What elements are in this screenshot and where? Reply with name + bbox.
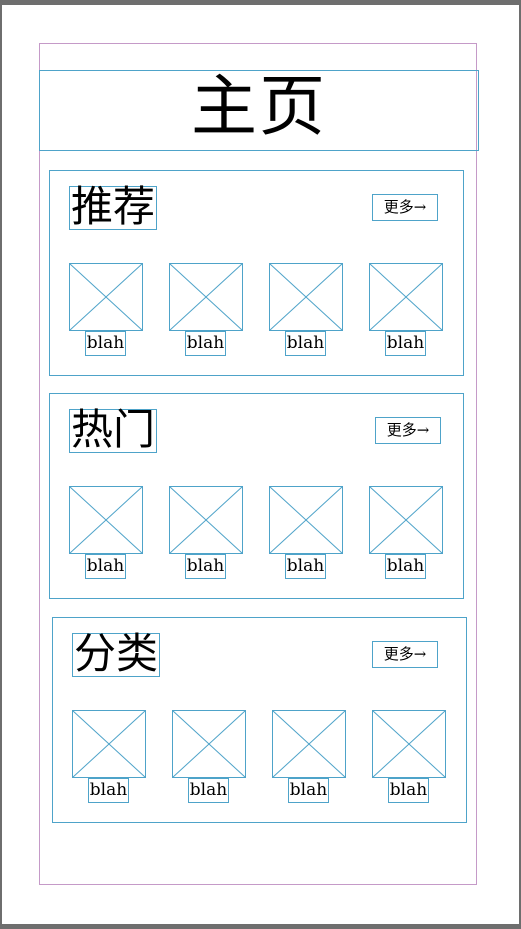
item-label: blah <box>185 554 226 579</box>
list-item[interactable]: blah <box>269 263 343 356</box>
list-item[interactable]: blah <box>69 486 143 579</box>
image-placeholder-icon <box>169 486 243 554</box>
image-placeholder-icon <box>69 486 143 554</box>
section-recommended: 推荐 更多→ blah blah blah blah <box>49 170 464 376</box>
list-item[interactable]: blah <box>172 710 246 803</box>
image-placeholder-icon <box>169 263 243 331</box>
image-placeholder-icon <box>269 486 343 554</box>
list-item[interactable]: blah <box>69 263 143 356</box>
item-label: blah <box>85 554 126 579</box>
image-placeholder-icon <box>369 263 443 331</box>
image-placeholder-icon <box>369 486 443 554</box>
section-title: 推荐 <box>69 182 158 231</box>
image-placeholder-icon <box>269 263 343 331</box>
list-item[interactable]: blah <box>369 263 443 356</box>
image-placeholder-icon <box>372 710 446 778</box>
list-item[interactable]: blah <box>369 486 443 579</box>
list-item[interactable]: blah <box>269 486 343 579</box>
list-item[interactable]: blah <box>272 710 346 803</box>
more-button[interactable]: 更多→ <box>372 641 438 668</box>
section-title: 分类 <box>72 629 161 678</box>
item-label: blah <box>285 331 326 356</box>
image-placeholder-icon <box>72 710 146 778</box>
page-canvas: 主页 推荐 更多→ blah blah blah blah 热门 更多→ bla… <box>2 5 519 924</box>
section-categories: 分类 更多→ blah blah blah blah <box>52 617 467 823</box>
phone-frame: 主页 推荐 更多→ blah blah blah blah 热门 更多→ bla… <box>39 43 479 885</box>
more-button[interactable]: 更多→ <box>375 417 441 444</box>
section-title: 热门 <box>69 405 158 454</box>
list-item[interactable]: blah <box>169 486 243 579</box>
item-label: blah <box>188 778 229 803</box>
item-label: blah <box>388 778 429 803</box>
section-popular: 热门 更多→ blah blah blah blah <box>49 393 464 599</box>
item-label: blah <box>288 778 329 803</box>
page-header: 主页 <box>39 70 479 151</box>
item-label: blah <box>285 554 326 579</box>
image-placeholder-icon <box>69 263 143 331</box>
item-label: blah <box>185 331 226 356</box>
item-label: blah <box>88 778 129 803</box>
page-title: 主页 <box>191 67 327 145</box>
more-button[interactable]: 更多→ <box>372 194 438 221</box>
item-label: blah <box>385 554 426 579</box>
list-item[interactable]: blah <box>72 710 146 803</box>
item-label: blah <box>385 331 426 356</box>
list-item[interactable]: blah <box>169 263 243 356</box>
item-label: blah <box>85 331 126 356</box>
image-placeholder-icon <box>272 710 346 778</box>
list-item[interactable]: blah <box>372 710 446 803</box>
image-placeholder-icon <box>172 710 246 778</box>
